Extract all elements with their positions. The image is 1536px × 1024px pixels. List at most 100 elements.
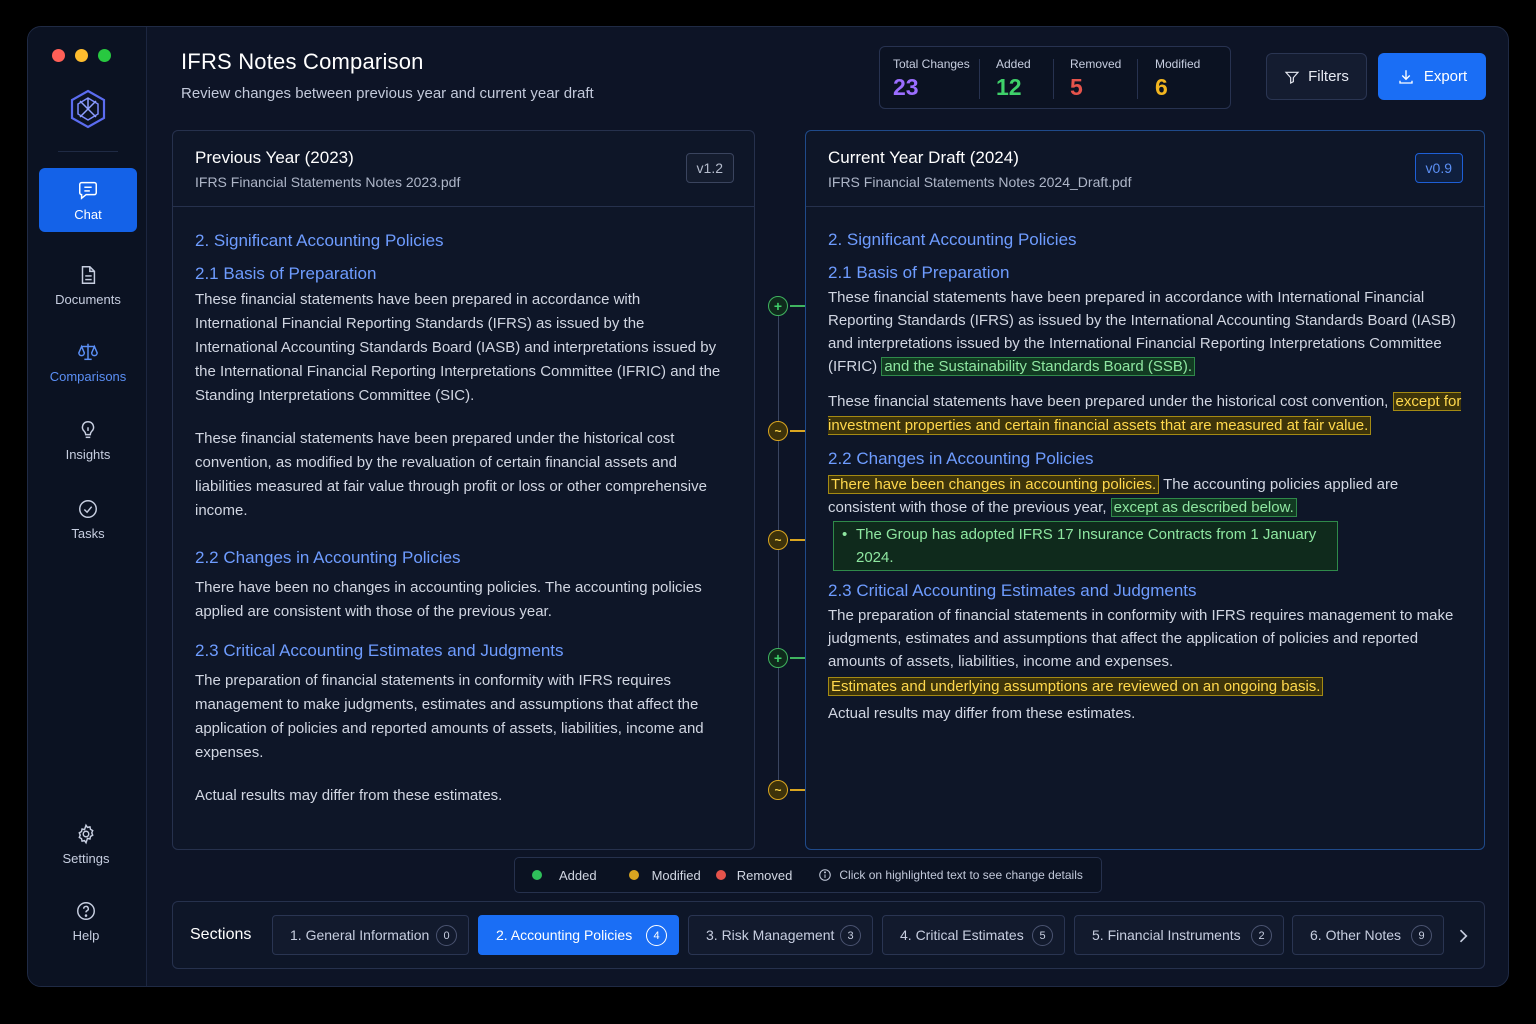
filters-label: Filters: [1308, 68, 1349, 85]
close-window-button[interactable]: [52, 49, 65, 62]
legend-label: Added: [559, 867, 597, 883]
section-tab-label: 2. Accounting Policies: [496, 927, 633, 943]
legend-label: Modified: [651, 867, 701, 883]
sidebar-item-chat[interactable]: Chat: [39, 168, 137, 232]
version-badge: v0.9: [1414, 153, 1463, 183]
sections-bar: Sections 1. General Information 0 2. Acc…: [172, 901, 1485, 969]
sections-label: Sections: [190, 926, 252, 943]
section-tab-financial-instruments[interactable]: 5. Financial Instruments 2: [1074, 915, 1284, 955]
document-content: 2. Significant Accounting Policies 2.1 B…: [828, 230, 1464, 725]
legend-removed: Removed: [715, 867, 793, 883]
panel-header: Current Year Draft (2024) IFRS Financial…: [806, 131, 1484, 207]
paragraph: These financial statements have been pre…: [828, 390, 1464, 438]
document-icon: [81, 265, 96, 284]
info-icon: [819, 869, 832, 881]
paragraph: The preparation of financial statements …: [195, 672, 704, 761]
legend-info: Click on highlighted text to see change …: [818, 868, 1083, 882]
paragraph: There have been no changes in accounting…: [195, 579, 702, 620]
previous-year-panel: Previous Year (2023) IFRS Financial Stat…: [172, 130, 755, 850]
plus-icon: +: [768, 648, 788, 668]
download-icon: [1399, 69, 1413, 84]
change-stats: Total Changes 23 Added 12 Removed 5 Modi…: [879, 46, 1231, 109]
section-count-badge: 5: [1032, 925, 1053, 946]
subsection-heading: 2.1 Basis of Preparation: [828, 263, 1010, 282]
minimize-window-button[interactable]: [75, 49, 88, 62]
added-dot-icon: [532, 870, 542, 880]
sidebar: Chat Documents Comparisons Insights Task…: [28, 27, 147, 986]
section-tab-label: 4. Critical Estimates: [900, 927, 1024, 943]
section-tab-label: 3. Risk Management: [706, 927, 835, 943]
sidebar-item-label: Help: [72, 927, 100, 943]
lightbulb-icon: [81, 420, 95, 438]
panel-title: Previous Year (2023): [195, 148, 354, 167]
subsection-heading: 2.1 Basis of Preparation: [195, 264, 377, 283]
sidebar-item-label: Settings: [62, 850, 110, 866]
sidebar-item-label: Chat: [74, 206, 102, 222]
subsection-heading: 2.3 Critical Accounting Estimates and Ju…: [828, 581, 1197, 600]
section-count-badge: 2: [1251, 925, 1272, 946]
scale-icon: [78, 343, 98, 360]
tilde-icon: ~: [768, 530, 788, 550]
help-icon: [77, 901, 95, 920]
gear-icon: [78, 823, 94, 844]
sidebar-item-insights[interactable]: Insights: [39, 408, 137, 472]
section-tab-general-information[interactable]: 1. General Information 0: [272, 915, 469, 955]
sidebar-item-label: Documents: [55, 291, 121, 307]
section-count-badge: 9: [1411, 925, 1432, 946]
paragraph-text: These financial statements have been pre…: [828, 393, 1389, 410]
stat-label: Added: [996, 57, 1031, 71]
sidebar-item-documents[interactable]: Documents: [39, 253, 137, 317]
plus-icon: +: [768, 296, 788, 316]
page-subtitle: Review changes between previous year and…: [181, 85, 594, 102]
subsection-heading: 2.2 Changes in Accounting Policies: [195, 548, 461, 567]
section-tab-risk-management[interactable]: 3. Risk Management 3: [688, 915, 873, 955]
stat-label: Removed: [1070, 57, 1122, 71]
sidebar-item-settings[interactable]: Settings: [37, 812, 135, 876]
paragraph: Actual results may differ from these est…: [195, 787, 503, 804]
sidebar-item-label: Comparisons: [49, 368, 127, 384]
page-title: IFRS Notes Comparison: [181, 49, 424, 74]
paragraph: There have been changes in accounting po…: [828, 473, 1464, 519]
paragraph: These financial statements have been pre…: [195, 291, 721, 404]
sidebar-item-label: Tasks: [71, 525, 105, 541]
chevron-right-icon[interactable]: [1453, 926, 1473, 946]
chat-icon: [79, 181, 97, 200]
section-tab-other-notes[interactable]: 6. Other Notes 9: [1292, 915, 1444, 955]
section-tab-label: 1. General Information: [290, 927, 430, 943]
stat-removed: Removed 5: [1053, 47, 1137, 108]
modified-text-highlight[interactable]: There have been changes in accounting po…: [828, 475, 1160, 494]
filters-button[interactable]: Filters: [1266, 53, 1367, 100]
modified-text-highlight[interactable]: Estimates and underlying assumptions are…: [828, 677, 1324, 696]
section-tab-accounting-policies[interactable]: 2. Accounting Policies 4: [478, 915, 679, 955]
sidebar-divider: [58, 151, 118, 152]
legend-label: Removed: [736, 867, 793, 883]
stat-total: Total Changes 23: [880, 47, 979, 108]
removed-dot-icon: [715, 870, 726, 880]
panel-header: Previous Year (2023) IFRS Financial Stat…: [173, 131, 754, 207]
section-count-badge: 4: [646, 925, 667, 946]
added-bullet-block[interactable]: The Group has adopted IFRS 17 Insurance …: [833, 521, 1338, 571]
added-text-highlight[interactable]: except as described below.: [1110, 498, 1297, 517]
app-logo-icon: [70, 89, 106, 129]
export-label: Export: [1423, 68, 1468, 85]
stat-modified: Modified 6: [1137, 47, 1229, 108]
paragraph: The preparation of financial statements …: [828, 607, 1454, 670]
section-count-badge: 0: [436, 925, 457, 946]
section-tab-label: 5. Financial Instruments: [1092, 927, 1241, 943]
window-controls: [52, 49, 111, 62]
subsection-heading: 2.2 Changes in Accounting Policies: [828, 449, 1094, 468]
paragraph: Actual results may differ from these est…: [828, 705, 1136, 722]
added-text-highlight[interactable]: and the Sustainability Standards Board (…: [881, 357, 1196, 376]
sidebar-item-tasks[interactable]: Tasks: [39, 487, 137, 551]
app-window: Chat Documents Comparisons Insights Task…: [27, 26, 1509, 987]
tilde-icon: ~: [768, 780, 788, 800]
maximize-window-button[interactable]: [98, 49, 111, 62]
section-tab-critical-estimates[interactable]: 4. Critical Estimates 5: [882, 915, 1065, 955]
document-content: 2. Significant Accounting Policies 2.1 B…: [195, 231, 724, 808]
subsection-heading: 2.3 Critical Accounting Estimates and Ju…: [195, 641, 564, 660]
section-tab-label: 6. Other Notes: [1310, 927, 1402, 943]
export-button[interactable]: Export: [1378, 53, 1486, 100]
sidebar-item-help[interactable]: Help: [37, 889, 135, 953]
sidebar-item-comparisons[interactable]: Comparisons: [39, 330, 137, 394]
legend-info-text: Click on highlighted text to see change …: [839, 868, 1083, 882]
